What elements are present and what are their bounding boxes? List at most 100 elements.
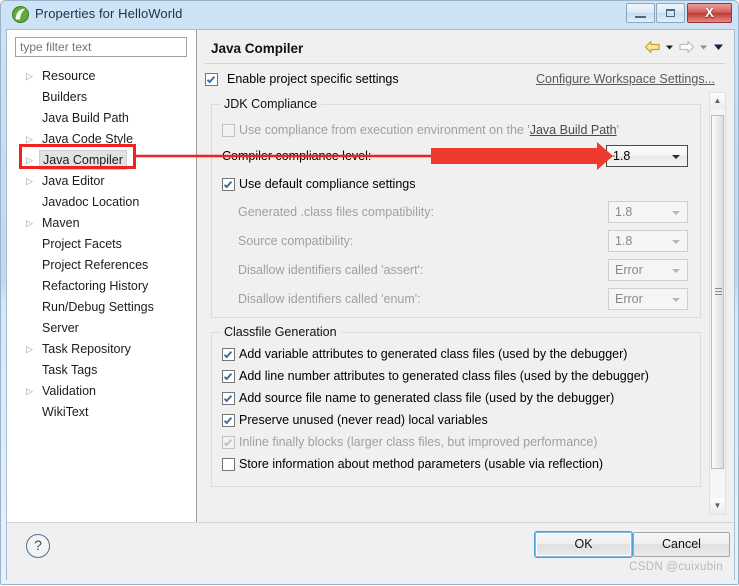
jdk-row-dropdown-disallow-identifiers-called-enum: Error — [608, 288, 688, 310]
sidebar-item-run-debug-settings[interactable]: Run/Debug Settings — [7, 297, 195, 318]
forward-arrow-icon — [679, 40, 695, 54]
classfile-option-inline-finally-blocks-larger-class-files-b: Inline finally blocks (larger class file… — [222, 433, 692, 453]
use-default-compliance-row: Use default compliance settings — [222, 175, 522, 195]
sidebar-item-resource[interactable]: ▷ Resource — [7, 66, 195, 87]
expand-arrow-icon[interactable]: ▷ — [26, 339, 36, 360]
classfile-option-checkbox[interactable] — [222, 414, 235, 427]
configure-workspace-settings-link[interactable]: Configure Workspace Settings... — [536, 72, 715, 86]
properties-dialog-window: Properties for HelloWorld X ▷ Resource Bui… — [0, 0, 739, 585]
sidebar-item-label: Task Tags — [42, 363, 98, 377]
classfile-option-checkbox[interactable] — [222, 458, 235, 471]
sidebar-item-label: Refactoring History — [42, 279, 149, 293]
jdk-row-generated-class-files-compatibility: Generated .class files compatibility: 1.8 — [216, 201, 694, 225]
sidebar-item-task-repository[interactable]: ▷ Task Repository — [7, 339, 195, 360]
settings-tree: ▷ Resource Builders Java Build Path ▷ Java Co… — [7, 66, 195, 423]
sidebar-item-builders[interactable]: Builders — [7, 87, 195, 108]
help-button[interactable]: ? — [26, 534, 50, 558]
classfile-generation-group-title: Classfile Generation — [220, 325, 341, 339]
classfile-option-store-information-about-method-parameters-: Store information about method parameter… — [222, 455, 692, 475]
classfile-option-checkbox[interactable] — [222, 392, 235, 405]
sidebar-item-label: Builders — [42, 90, 88, 104]
classfile-option-checkbox[interactable] — [222, 370, 235, 383]
scrollbar-grip-icon — [715, 288, 722, 295]
jdk-row-disallow-identifiers-called-assert: Disallow identifiers called 'assert': Err… — [216, 259, 694, 283]
compiler-compliance-level-dropdown[interactable]: 1.8 — [606, 145, 688, 167]
title-separator — [205, 63, 725, 64]
close-button[interactable]: X — [687, 3, 732, 23]
classfile-option-label: Inline finally blocks (larger class file… — [239, 435, 598, 449]
page-title: Java Compiler — [211, 41, 304, 56]
classfile-option-add-source-file-name-to-generated-class-fi: Add source file name to generated class … — [222, 389, 692, 409]
enable-project-specific-checkbox[interactable] — [205, 73, 218, 86]
classfile-option-add-line-number-attributes-to-generated-cl: Add line number attributes to generated … — [222, 367, 692, 387]
back-menu-chevron-down-icon[interactable] — [664, 39, 675, 55]
sidebar-item-java-compiler[interactable]: ▷ Java Compiler — [7, 150, 195, 171]
filter-input[interactable] — [15, 37, 187, 57]
sidebar-item-label: Project Facets — [42, 237, 122, 251]
compiler-compliance-level-label: Compiler compliance level: — [222, 149, 372, 163]
java-build-path-link[interactable]: Java Build Path — [530, 123, 617, 137]
jdk-row-label: Source compatibility: — [238, 234, 354, 248]
jdk-row-label: Generated .class files compatibility: — [238, 205, 434, 219]
sidebar-item-label: Project References — [42, 258, 149, 272]
sidebar-item-label: Task Repository — [42, 342, 131, 356]
sidebar-item-label: Resource — [42, 69, 96, 83]
expand-arrow-icon[interactable]: ▷ — [26, 381, 36, 402]
expand-arrow-icon[interactable]: ▷ — [26, 129, 36, 150]
sidebar-item-label: WikiText — [42, 405, 89, 419]
settings-scroll-region: JDK Compliance Use compliance from execu… — [205, 92, 708, 515]
expand-arrow-icon[interactable]: ▷ — [26, 66, 36, 87]
eclipse-leaf-icon — [12, 6, 29, 23]
maximize-button[interactable] — [656, 3, 685, 23]
enable-project-specific-label: Enable project specific settings — [227, 72, 399, 86]
scrollbar-down-arrow-icon[interactable]: ▼ — [710, 498, 725, 514]
jdk-row-value: 1.8 — [615, 205, 633, 219]
minimize-button[interactable] — [626, 3, 655, 23]
back-arrow-icon[interactable] — [644, 39, 661, 55]
sidebar-item-java-build-path[interactable]: Java Build Path — [7, 108, 195, 129]
content-vertical-scrollbar[interactable]: ▲ ▼ — [709, 92, 726, 515]
chevron-down-icon — [672, 155, 680, 159]
ok-button[interactable]: OK — [535, 532, 632, 557]
sidebar-item-refactoring-history[interactable]: Refactoring History — [7, 276, 195, 297]
compiler-compliance-level-value: 1.8 — [613, 149, 631, 163]
scrollbar-up-arrow-icon[interactable]: ▲ — [710, 93, 725, 109]
sidebar-item-wikitext[interactable]: WikiText — [7, 402, 195, 423]
expand-arrow-icon[interactable]: ▷ — [26, 213, 36, 234]
view-menu-chevron-down-icon[interactable] — [712, 39, 725, 55]
sidebar-item-maven[interactable]: ▷ Maven — [7, 213, 195, 234]
sidebar-item-javadoc-location[interactable]: Javadoc Location — [7, 192, 195, 213]
jdk-compliance-group-title: JDK Compliance — [220, 97, 322, 111]
sidebar-item-server[interactable]: Server — [7, 318, 195, 339]
sidebar-item-task-tags[interactable]: Task Tags — [7, 360, 195, 381]
expand-arrow-icon[interactable]: ▷ — [26, 171, 36, 192]
enable-project-specific-row: Enable project specific settings Configu… — [205, 70, 717, 92]
jdk-row-disallow-identifiers-called-enum: Disallow identifiers called 'enum': Error — [216, 288, 694, 312]
sidebar-item-project-references[interactable]: Project References — [7, 255, 195, 276]
chevron-down-icon — [672, 269, 680, 273]
jdk-row-value: 1.8 — [615, 234, 633, 248]
use-default-compliance-checkbox[interactable] — [222, 178, 235, 191]
sidebar-item-validation[interactable]: ▷ Validation — [7, 381, 195, 402]
classfile-option-checkbox — [222, 436, 235, 449]
scrollbar-thumb[interactable] — [711, 115, 724, 469]
expand-arrow-icon[interactable]: ▷ — [26, 150, 36, 171]
dialog-footer: ? OK Cancel CSDN @cuixubin — [7, 522, 734, 580]
sidebar-item-java-editor[interactable]: ▷ Java Editor — [7, 171, 195, 192]
jdk-compliance-group: JDK Compliance Use compliance from execu… — [211, 97, 701, 318]
sidebar-item-label: Javadoc Location — [42, 195, 140, 209]
sidebar-item-java-code-style[interactable]: ▷ Java Code Style — [7, 129, 195, 150]
chevron-down-icon — [672, 211, 680, 215]
close-icon: X — [705, 5, 714, 20]
use-execution-environment-checkbox — [222, 124, 235, 137]
classfile-option-label: Add source file name to generated class … — [239, 391, 615, 405]
cancel-button[interactable]: Cancel — [633, 532, 730, 557]
chevron-down-icon — [672, 298, 680, 302]
settings-tree-panel: ▷ResourceBuildersJava Build Path▷Java Co… — [7, 30, 197, 522]
jdk-row-label: Disallow identifiers called 'enum': — [238, 292, 421, 306]
watermark-text: CSDN @cuixubin — [629, 561, 723, 573]
classfile-option-checkbox[interactable] — [222, 348, 235, 361]
sidebar-item-project-facets[interactable]: Project Facets — [7, 234, 195, 255]
use-execution-environment-text-prefix: Use compliance from execution environmen… — [239, 123, 530, 137]
sidebar-item-label: Java Editor — [42, 174, 105, 188]
